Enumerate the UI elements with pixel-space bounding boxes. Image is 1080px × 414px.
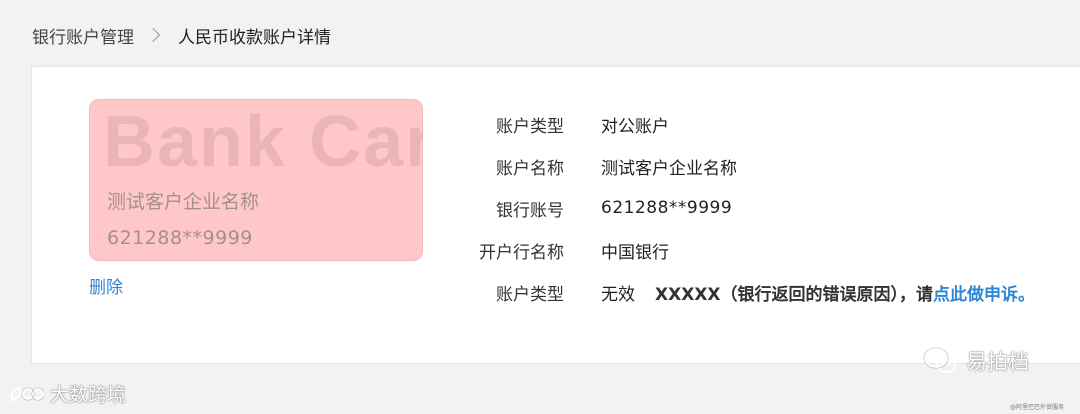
watermark-logo-right: 易拍档: [922, 346, 1029, 376]
appeal-link[interactable]: 点此做申诉。: [933, 285, 1035, 305]
detail-label: 账户名称: [496, 158, 564, 179]
detail-row-bank-name: 开户行名称 中国银行: [452, 229, 1072, 271]
breadcrumb-item-bank-account-management[interactable]: 银行账户管理: [32, 23, 134, 48]
detail-value: 无效 XXXXX（银行返回的错误原因），请点此做申诉。: [601, 280, 1035, 305]
watermark-logo-left: 大数跨境: [8, 380, 126, 407]
brand-logo-icon: [10, 387, 44, 401]
account-details: 账户类型 对公账户 账户名称 测试客户企业名称 银行账号 621288**999…: [452, 103, 1072, 313]
detail-value: 621288**9999: [601, 198, 733, 218]
detail-row-account-type: 账户类型 对公账户: [452, 103, 1072, 145]
detail-value: 对公账户: [601, 116, 669, 137]
breadcrumb-item-current: 人民币收款账户详情: [178, 27, 331, 48]
detail-row-account-number: 银行账号 621288**9999: [452, 187, 1072, 229]
bank-card-name: 测试客户企业名称: [107, 191, 260, 213]
wechat-icon: [923, 347, 956, 373]
status-badge: 无效: [601, 284, 635, 305]
watermark-left-text: 大数跨境: [50, 384, 127, 406]
bank-card-number: 621288**9999: [107, 227, 253, 249]
detail-label: 银行账号: [496, 200, 564, 221]
tiny-watermark: @阿里巴巴外贸服务: [1010, 404, 1065, 411]
detail-label: 账户类型: [496, 284, 564, 305]
detail-value: 测试客户企业名称: [601, 158, 737, 179]
chevron-right-icon: [145, 27, 161, 43]
watermark-right-text: 易拍档: [966, 350, 1029, 374]
breadcrumb: 银行账户管理 人民币收款账户详情: [32, 22, 331, 48]
detail-row-account-status: 账户类型 无效 XXXXX（银行返回的错误原因），请点此做申诉。: [452, 271, 1072, 313]
detail-label: 开户行名称: [479, 242, 564, 263]
detail-row-account-name: 账户名称 测试客户企业名称: [452, 145, 1072, 187]
delete-link[interactable]: 删除: [89, 273, 123, 298]
account-detail-panel: Bank Card 测试客户企业名称 621288**9999 删除 账户类型 …: [31, 66, 1080, 364]
detail-value: 中国银行: [601, 242, 669, 263]
status-error-reason: XXXXX（银行返回的错误原因），请: [655, 284, 934, 305]
detail-label: 账户类型: [496, 116, 564, 137]
bank-card-watermark: Bank Card: [103, 102, 423, 182]
bank-card: Bank Card 测试客户企业名称 621288**9999: [89, 99, 423, 261]
